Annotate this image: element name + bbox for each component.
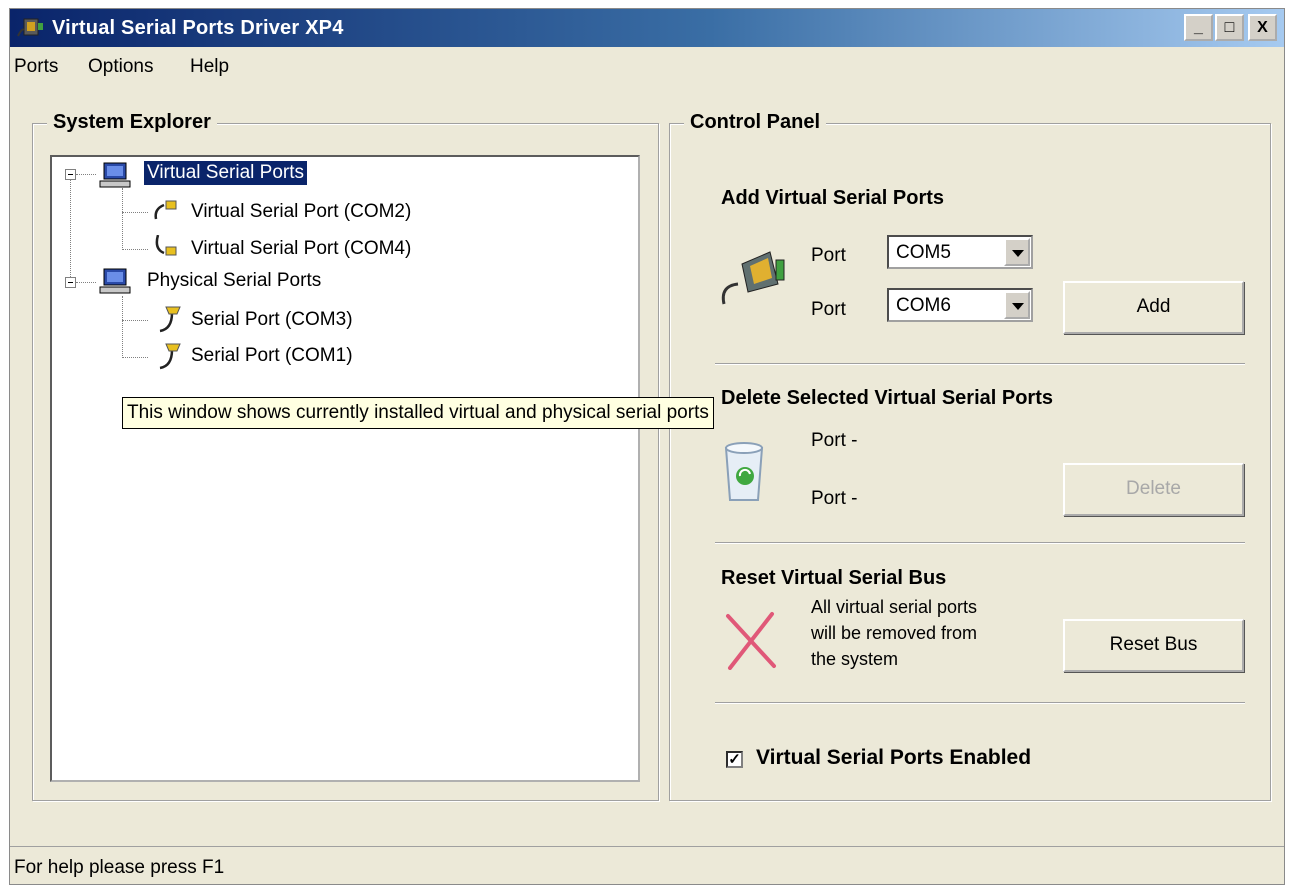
tree-line <box>122 357 148 358</box>
tree-node-virtual-ports[interactable]: Virtual Serial Ports <box>144 161 307 185</box>
control-panel-group: Control Panel Add Virtual Serial Ports P… <box>669 111 1271 801</box>
add-port2-combo[interactable]: COM6 <box>887 288 1033 322</box>
enabled-checkbox-label[interactable]: Virtual Serial Ports Enabled <box>756 746 1031 770</box>
status-bar: For help please press F1 <box>10 846 1284 884</box>
chevron-down-icon[interactable] <box>1004 291 1030 319</box>
collapse-virtual-icon[interactable] <box>65 169 76 180</box>
recycle-bin-icon <box>724 442 764 501</box>
status-text: For help please press F1 <box>14 857 225 878</box>
add-section-title: Add Virtual Serial Ports <box>721 187 945 209</box>
delete-port1-label: Port - <box>811 430 858 451</box>
reset-desc-line2: will be removed from <box>811 623 978 643</box>
tree-line <box>70 179 71 281</box>
tree-line <box>122 188 123 250</box>
menu-options[interactable]: Options <box>88 56 153 78</box>
tree-line <box>122 249 148 250</box>
reset-desc-line1: All virtual serial ports <box>811 597 978 617</box>
menu-ports[interactable]: Ports <box>14 56 58 78</box>
reset-description: All virtual serial ports will be removed… <box>811 594 977 672</box>
delete-button[interactable]: Delete <box>1063 463 1244 516</box>
reset-section-title: Reset Virtual Serial Bus <box>721 567 947 589</box>
chevron-down-icon[interactable] <box>1004 238 1030 266</box>
separator <box>715 363 1245 365</box>
add-port1-label: Port <box>811 245 846 266</box>
enabled-checkbox[interactable]: ✓ <box>726 751 743 768</box>
tree-tooltip: This window shows currently installed vi… <box>122 397 714 429</box>
tree-line <box>122 320 148 321</box>
virtual-port-icon <box>155 235 177 256</box>
tree-line <box>76 282 96 283</box>
tree-node-com2[interactable]: Virtual Serial Port (COM2) <box>188 200 414 224</box>
red-x-icon <box>726 612 776 670</box>
tree-node-com4[interactable]: Virtual Serial Port (COM4) <box>188 237 414 261</box>
add-button[interactable]: Add <box>1063 281 1244 334</box>
close-button[interactable]: X <box>1248 14 1277 41</box>
serial-connector-icon <box>721 251 785 305</box>
tree-node-com1[interactable]: Serial Port (COM1) <box>188 344 356 368</box>
ports-tree[interactable]: Virtual Serial Ports Virtual Serial Port… <box>50 155 640 782</box>
menu-bar: Ports Options Help <box>10 47 1284 81</box>
system-explorer-title: System Explorer <box>47 111 217 134</box>
separator <box>715 702 1245 704</box>
delete-section-title: Delete Selected Virtual Serial Ports <box>721 387 1054 409</box>
collapse-physical-icon[interactable] <box>65 277 76 288</box>
add-port2-value: COM6 <box>896 295 951 316</box>
system-explorer-group: System Explorer Virtual Serial Ports Vir… <box>32 111 659 801</box>
title-bar[interactable]: Virtual Serial Ports Driver XP4 _ □ X <box>10 9 1284 47</box>
maximize-button[interactable]: □ <box>1215 14 1244 41</box>
menu-help[interactable]: Help <box>190 56 229 78</box>
computer-icon <box>99 268 131 294</box>
window-title: Virtual Serial Ports Driver XP4 <box>52 17 344 39</box>
tree-line <box>122 296 123 358</box>
main-window: Virtual Serial Ports Driver XP4 _ □ X Po… <box>9 8 1285 885</box>
virtual-port-icon <box>154 200 177 220</box>
serial-port-icon <box>159 343 181 370</box>
tree-node-com3[interactable]: Serial Port (COM3) <box>188 308 356 332</box>
serial-port-icon <box>159 306 181 333</box>
minimize-button[interactable]: _ <box>1184 14 1213 41</box>
add-port1-value: COM5 <box>896 242 951 263</box>
app-serial-icon <box>17 18 43 37</box>
reset-bus-button[interactable]: Reset Bus <box>1063 619 1244 672</box>
tree-node-physical-ports[interactable]: Physical Serial Ports <box>144 269 324 293</box>
delete-port2-label: Port - <box>811 488 858 509</box>
tree-line <box>76 174 96 175</box>
control-panel-title: Control Panel <box>684 111 827 134</box>
computer-icon <box>99 162 131 188</box>
add-port1-combo[interactable]: COM5 <box>887 235 1033 269</box>
reset-desc-line3: the system <box>811 649 899 669</box>
add-port2-label: Port <box>811 299 846 320</box>
separator <box>715 542 1245 544</box>
tree-line <box>122 212 148 213</box>
